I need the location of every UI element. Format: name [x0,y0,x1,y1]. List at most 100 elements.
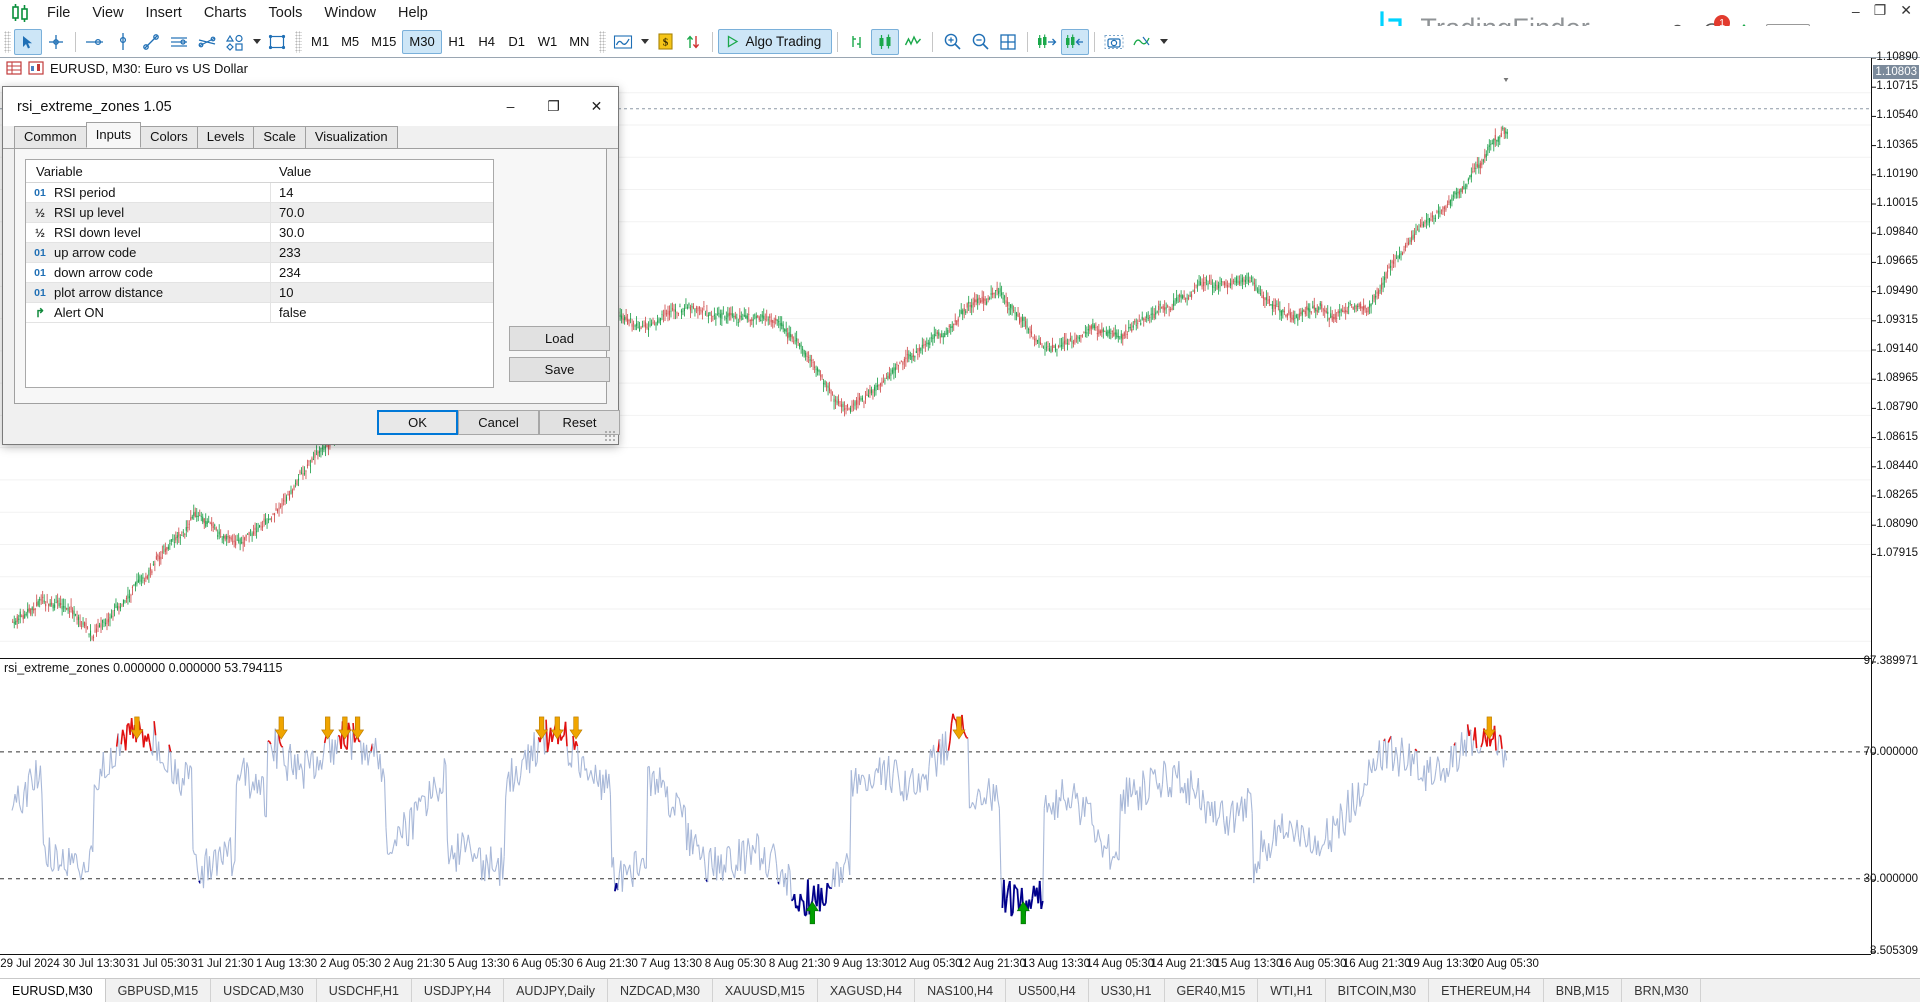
zoom-out-icon[interactable] [966,29,994,55]
input-row[interactable]: ½RSI down level30.0 [26,223,493,243]
symbol-tab[interactable]: US500,H4 [1006,979,1089,1002]
cancel-button[interactable]: Cancel [458,410,539,435]
input-row[interactable]: 01plot arrow distance10 [26,283,493,303]
timeframe-m5[interactable]: M5 [335,30,365,54]
input-value[interactable]: 30.0 [271,225,304,240]
menu-item-insert[interactable]: Insert [135,2,193,24]
input-row[interactable]: 01up arrow code233 [26,243,493,263]
timeframe-m1[interactable]: M1 [305,30,335,54]
timeframe-d1[interactable]: D1 [502,30,532,54]
zoom-in-icon[interactable] [938,29,966,55]
input-row[interactable]: ½RSI up level70.0 [26,203,493,223]
grid-icon[interactable] [994,29,1022,55]
timeframe-h4[interactable]: H4 [472,30,502,54]
maximize-button[interactable]: ❐ [1874,2,1887,19]
inputs-grid[interactable]: Variable Value 01RSI period14½RSI up lev… [25,159,494,388]
toolbar-grip-2[interactable] [295,31,302,53]
shapes-icon[interactable] [221,29,249,55]
indicator-properties-dialog[interactable]: rsi_extreme_zones 1.05 – ❐ ✕ Common Inpu… [2,86,619,445]
dialog-title-bar[interactable]: rsi_extreme_zones 1.05 – ❐ ✕ [3,87,618,126]
arrows-icon[interactable] [679,29,707,55]
dialog-maximize-button[interactable]: ❐ [532,87,575,125]
dialog-minimize-button[interactable]: – [489,87,532,125]
text-icon[interactable] [263,29,291,55]
chart-window-icon[interactable] [28,61,44,75]
input-row[interactable]: 01RSI period14 [26,183,493,203]
vertical-line-icon[interactable] [109,29,137,55]
input-value[interactable]: 70.0 [271,205,304,220]
screenshot-icon[interactable] [1100,29,1128,55]
toolbar-grip[interactable] [4,31,11,53]
menu-item-tools[interactable]: Tools [258,2,314,24]
horizontal-line-icon[interactable] [81,29,109,55]
symbol-tab[interactable]: EURUSD,M30 [0,979,106,1002]
symbol-tab[interactable]: ETHEREUM,H4 [1429,979,1544,1002]
menu-item-file[interactable]: File [36,2,81,24]
data-window-icon[interactable] [6,61,22,75]
symbol-tab[interactable]: AUDJPY,Daily [504,979,608,1002]
minimize-button[interactable]: – [1852,3,1860,19]
menu-item-charts[interactable]: Charts [193,2,258,24]
indicators-dropdown-icon[interactable] [637,29,651,55]
autoscroll-icon[interactable] [1061,29,1089,55]
input-value[interactable]: false [271,305,306,320]
timeframe-w1[interactable]: W1 [532,30,564,54]
price-axis[interactable]: 1.108901.107151.105401.103651.101901.100… [1871,58,1920,954]
tab-levels[interactable]: Levels [197,126,255,148]
tab-colors[interactable]: Colors [140,126,198,148]
time-axis[interactable]: 29 Jul 202430 Jul 13:3031 Jul 05:3031 Ju… [0,954,1871,976]
trendline-icon[interactable] [137,29,165,55]
dialog-resize-grip[interactable] [604,430,616,442]
symbol-tab[interactable]: GER40,M15 [1165,979,1259,1002]
templates-icon[interactable] [1128,29,1156,55]
timeframe-h1[interactable]: H1 [442,30,472,54]
symbol-tab[interactable]: XAGUSD,H4 [818,979,915,1002]
symbol-tab[interactable]: USDCHF,H1 [317,979,412,1002]
toolbar-grip-3[interactable] [599,31,606,53]
crosshair-icon[interactable] [42,29,70,55]
input-value[interactable]: 233 [271,245,301,260]
close-button[interactable]: ✕ [1900,2,1912,19]
symbol-tab[interactable]: NAS100,H4 [915,979,1006,1002]
shapes-dropdown-icon[interactable] [249,29,263,55]
dialog-close-button[interactable]: ✕ [575,87,618,125]
load-button[interactable]: Load [509,326,610,351]
timeframe-mn[interactable]: MN [563,30,595,54]
timeframe-m30[interactable]: M30 [402,30,441,54]
symbol-tab[interactable]: WTI,H1 [1258,979,1325,1002]
tab-inputs[interactable]: Inputs [86,122,141,148]
symbol-tab[interactable]: BRN,M30 [1622,979,1701,1002]
templates-dropdown-icon[interactable] [1156,29,1170,55]
input-row[interactable]: 01down arrow code234 [26,263,493,283]
tab-common[interactable]: Common [14,126,87,148]
symbol-tab[interactable]: NZDCAD,M30 [608,979,713,1002]
algo-trading-button[interactable]: Algo Trading [718,29,832,54]
menu-item-window[interactable]: Window [313,2,387,24]
dollar-icon[interactable]: $ [651,29,679,55]
save-button[interactable]: Save [509,357,610,382]
symbol-tab[interactable]: GBPUSD,M15 [106,979,212,1002]
tab-visualization[interactable]: Visualization [305,126,398,148]
menu-item-view[interactable]: View [81,2,134,24]
symbol-tab[interactable]: BITCOIN,M30 [1326,979,1430,1002]
menu-item-help[interactable]: Help [387,2,439,24]
bar-chart-icon[interactable] [843,29,871,55]
ok-button[interactable]: OK [377,410,458,435]
input-value[interactable]: 14 [271,185,293,200]
cursor-icon[interactable] [14,29,42,55]
symbol-tab[interactable]: USDJPY,H4 [412,979,504,1002]
symbol-tab[interactable]: USDCAD,M30 [211,979,317,1002]
line-chart-icon[interactable] [899,29,927,55]
shift-end-icon[interactable] [1033,29,1061,55]
rsi-subwindow[interactable] [0,658,1871,954]
tab-scale[interactable]: Scale [253,126,306,148]
input-value[interactable]: 10 [271,285,293,300]
indicators-icon[interactable] [609,29,637,55]
input-value[interactable]: 234 [271,265,301,280]
input-row[interactable]: ↱Alert ONfalse [26,303,493,323]
symbol-tab[interactable]: BNB,M15 [1544,979,1623,1002]
candlestick-icon[interactable] [871,29,899,55]
symbol-tab[interactable]: US30,H1 [1089,979,1165,1002]
equidistant-channel-icon[interactable] [165,29,193,55]
fibonacci-icon[interactable] [193,29,221,55]
